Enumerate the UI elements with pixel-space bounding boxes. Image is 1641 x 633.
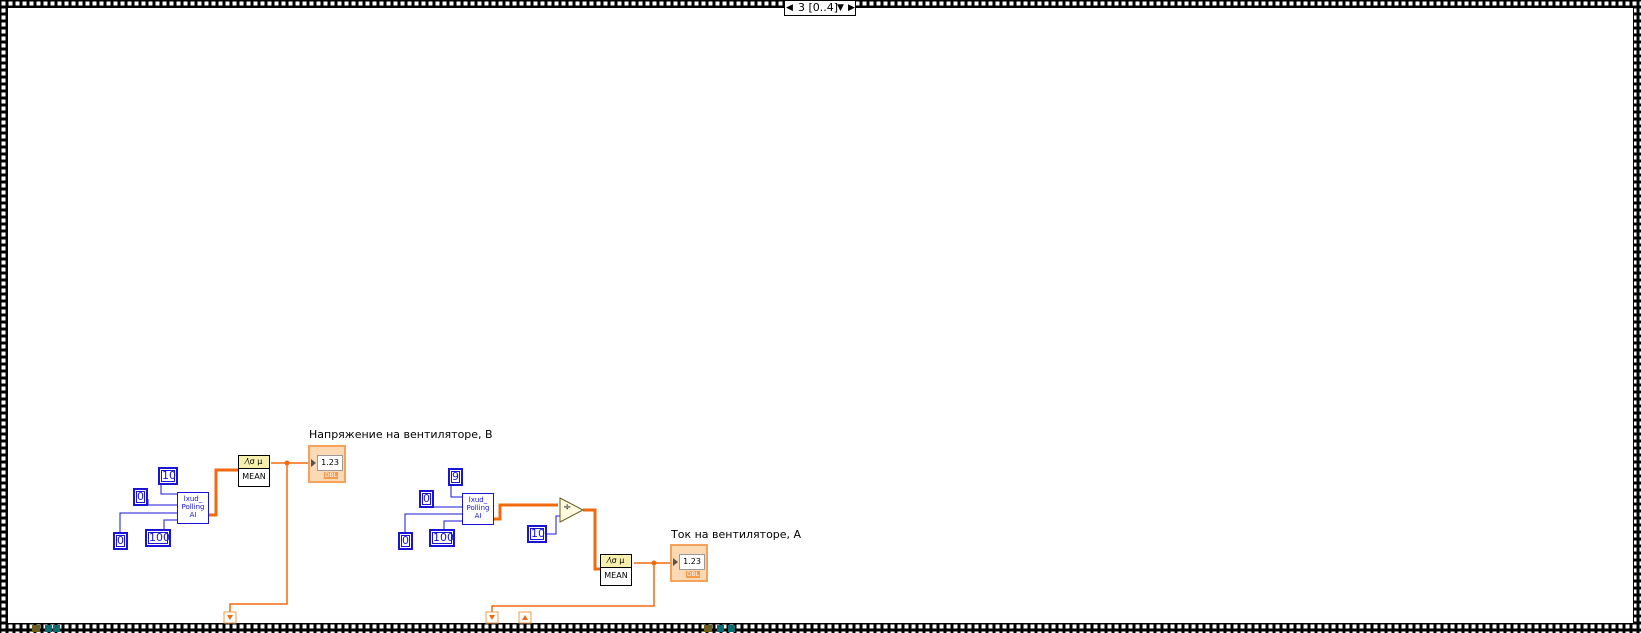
subvi-line-3: AI bbox=[189, 511, 197, 519]
indicator-type-badge: DBL bbox=[324, 472, 339, 479]
sequence-frame bbox=[0, 0, 1641, 633]
constant-zero[interactable]: 0 bbox=[419, 490, 434, 508]
sequence-local-terminal[interactable] bbox=[704, 625, 712, 632]
constant-zero[interactable]: 0 bbox=[113, 532, 128, 550]
indicator-input-terminal-icon bbox=[673, 558, 678, 566]
sequence-local-terminal[interactable] bbox=[32, 625, 40, 632]
subvi-line-2: Polling bbox=[466, 504, 490, 512]
indicator-input-terminal-icon bbox=[311, 459, 316, 467]
prev-frame-arrow-icon[interactable]: ◀ bbox=[786, 1, 793, 15]
fan-current-label: Ток на вентиляторе, А bbox=[671, 528, 802, 541]
next-frame-arrow-icon[interactable]: ▶ bbox=[848, 1, 855, 15]
mean-icon: ⁄\σ μ bbox=[239, 456, 269, 469]
mean-icon: ⁄\σ μ bbox=[601, 555, 631, 568]
dropdown-arrow-icon[interactable]: ▼ bbox=[837, 1, 844, 15]
fan-voltage-indicator[interactable]: 1.23 DBL bbox=[308, 445, 346, 483]
constant-divisor[interactable]: 10 bbox=[527, 525, 547, 543]
lxud-polling-ai-subvi[interactable]: lxud_ Polling AI bbox=[177, 492, 209, 524]
indicator-display: 1.23 bbox=[679, 554, 705, 570]
wires-block2 bbox=[404, 485, 671, 614]
subvi-line-1: lxud_ bbox=[183, 495, 203, 503]
mean-function[interactable]: ⁄\σ μ MEAN bbox=[238, 455, 270, 487]
lxud-polling-ai-subvi[interactable]: lxud_ Polling AI bbox=[462, 493, 494, 525]
constant-channel[interactable]: 10 bbox=[158, 467, 178, 485]
divide-symbol: ÷ bbox=[563, 502, 572, 513]
constant-zero[interactable]: 0 bbox=[398, 532, 413, 550]
subvi-line-1: lxud_ bbox=[468, 496, 488, 504]
indicator-display: 1.23 bbox=[317, 455, 343, 471]
sequence-frame-selector[interactable]: ◀ 3 [0..4] ▼ ▶ bbox=[784, 0, 856, 16]
mean-label: MEAN bbox=[242, 472, 266, 481]
constant-channel[interactable]: 9 bbox=[448, 468, 463, 486]
mean-function[interactable]: ⁄\σ μ MEAN bbox=[600, 554, 632, 586]
constant-samples[interactable]: 100 bbox=[429, 529, 455, 547]
fan-voltage-label: Напряжение на вентиляторе, В bbox=[309, 428, 493, 441]
block-diagram: ◀ 3 [0..4] ▼ ▶ Напряжение на вентиляторе… bbox=[0, 0, 1641, 633]
constant-zero[interactable]: 0 bbox=[133, 488, 148, 506]
subvi-line-3: AI bbox=[474, 512, 482, 520]
fan-current-indicator[interactable]: 1.23 DBL bbox=[670, 544, 708, 582]
frame-selector-value: 3 [0..4] bbox=[798, 1, 839, 14]
subvi-line-2: Polling bbox=[181, 503, 205, 511]
constant-samples[interactable]: 100 bbox=[145, 529, 171, 547]
sequence-tunnels[interactable] bbox=[223, 611, 532, 624]
indicator-type-badge: DBL bbox=[686, 571, 701, 578]
mean-label: MEAN bbox=[604, 571, 628, 580]
